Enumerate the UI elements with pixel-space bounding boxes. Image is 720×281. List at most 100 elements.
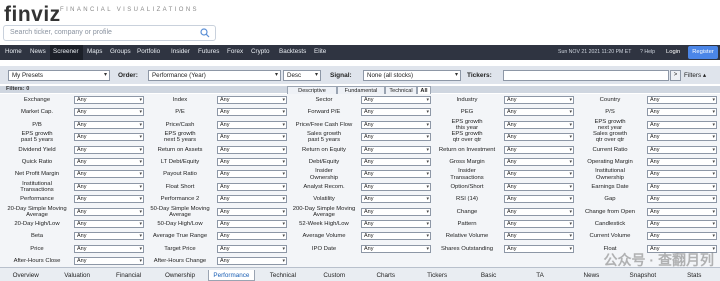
filter-select[interactable]: Any ▾ bbox=[504, 220, 574, 228]
nav-item-screener[interactable]: Screener bbox=[53, 48, 79, 55]
filters-toggle[interactable]: Filters ▴ bbox=[684, 72, 706, 79]
filter-select[interactable]: Any ▾ bbox=[361, 244, 431, 253]
filter-select[interactable]: Any ▾ bbox=[217, 195, 287, 204]
filter-select[interactable]: Any ▾ bbox=[217, 232, 287, 241]
filter-select[interactable]: Any ▾ bbox=[647, 108, 717, 117]
filter-select[interactable]: Any ▾ bbox=[504, 96, 574, 104]
view-tab-snapshot[interactable]: Snapshot bbox=[619, 270, 666, 281]
view-tab-custom[interactable]: Custom bbox=[311, 270, 358, 281]
filter-select[interactable]: Any ▾ bbox=[217, 120, 287, 129]
filter-select[interactable]: Any ▾ bbox=[647, 170, 717, 179]
filter-select[interactable]: Any ▾ bbox=[217, 220, 287, 228]
filter-select[interactable]: Any ▾ bbox=[504, 182, 574, 191]
filter-select[interactable]: Any ▾ bbox=[504, 108, 574, 117]
filter-select[interactable]: Any ▾ bbox=[504, 158, 574, 166]
order-select[interactable]: Performance (Year) ▾ bbox=[148, 70, 281, 81]
filter-select[interactable]: Any ▾ bbox=[504, 170, 574, 179]
filter-select[interactable]: Any ▾ bbox=[74, 145, 144, 154]
filter-select[interactable]: Any ▾ bbox=[74, 195, 144, 204]
view-tab-ownership[interactable]: Ownership bbox=[156, 270, 203, 281]
filter-select[interactable]: Any ▾ bbox=[647, 220, 717, 228]
view-tab-news[interactable]: News bbox=[568, 270, 615, 281]
filter-select[interactable]: Any ▾ bbox=[361, 182, 431, 191]
filter-select[interactable]: Any ▾ bbox=[217, 170, 287, 179]
filter-select[interactable]: Any ▾ bbox=[504, 195, 574, 204]
filter-select[interactable]: Any ▾ bbox=[217, 257, 287, 266]
view-tab-overview[interactable]: Overview bbox=[2, 270, 49, 281]
filter-select[interactable]: Any ▾ bbox=[74, 170, 144, 179]
register-button[interactable]: Register bbox=[688, 46, 718, 59]
filter-select[interactable]: Any ▾ bbox=[504, 120, 574, 129]
filter-select[interactable]: Any ▾ bbox=[647, 195, 717, 204]
view-tab-charts[interactable]: Charts bbox=[362, 270, 409, 281]
view-tab-technical[interactable]: Technical bbox=[259, 270, 306, 281]
login-link[interactable]: Login bbox=[666, 49, 680, 55]
finviz-logo[interactable]: finviz bbox=[4, 3, 61, 27]
filter-select[interactable]: Any ▾ bbox=[647, 232, 717, 241]
search-input[interactable]: Search ticker, company or profile bbox=[3, 25, 216, 41]
nav-item-groups[interactable]: Groups bbox=[110, 48, 131, 55]
filter-select[interactable]: Any ▾ bbox=[74, 257, 144, 266]
filter-select[interactable]: Any ▾ bbox=[74, 133, 144, 142]
filter-select[interactable]: Any ▾ bbox=[361, 207, 431, 216]
filter-select[interactable]: Any ▾ bbox=[361, 158, 431, 166]
filter-select[interactable]: Any ▾ bbox=[361, 220, 431, 228]
filter-select[interactable]: Any ▾ bbox=[361, 145, 431, 154]
filter-select[interactable]: Any ▾ bbox=[217, 96, 287, 104]
filter-select[interactable]: Any ▾ bbox=[74, 96, 144, 104]
filter-select[interactable]: Any ▾ bbox=[74, 120, 144, 129]
tickers-input[interactable] bbox=[503, 70, 669, 81]
filter-select[interactable]: Any ▾ bbox=[647, 145, 717, 154]
filter-select[interactable]: Any ▾ bbox=[504, 133, 574, 142]
nav-item-news[interactable]: News bbox=[30, 48, 46, 55]
filter-select[interactable]: Any ▾ bbox=[361, 96, 431, 104]
filter-select[interactable]: Any ▾ bbox=[361, 108, 431, 117]
nav-item-elite[interactable]: Elite bbox=[314, 48, 326, 55]
view-tab-stats[interactable]: Stats bbox=[671, 270, 718, 281]
view-tab-ta[interactable]: TA bbox=[516, 270, 563, 281]
filter-select[interactable]: Any ▾ bbox=[217, 158, 287, 166]
filter-select[interactable]: Any ▾ bbox=[504, 145, 574, 154]
nav-item-futures[interactable]: Futures bbox=[198, 48, 219, 55]
nav-item-insider[interactable]: Insider bbox=[171, 48, 190, 55]
filter-tab-descriptive[interactable]: Descriptive bbox=[287, 86, 337, 94]
filter-select[interactable]: Any ▾ bbox=[647, 96, 717, 104]
view-tab-financial[interactable]: Financial bbox=[105, 270, 152, 281]
nav-item-backtests[interactable]: Backtests bbox=[279, 48, 306, 55]
filter-select[interactable]: Any ▾ bbox=[74, 182, 144, 191]
filter-select[interactable]: Any ▾ bbox=[504, 244, 574, 253]
view-tab-performance[interactable]: Performance bbox=[207, 270, 256, 281]
filter-select[interactable]: Any ▾ bbox=[74, 207, 144, 216]
filter-tab-technical[interactable]: Technical bbox=[385, 86, 417, 94]
view-tab-tickers[interactable]: Tickers bbox=[413, 270, 460, 281]
filter-select[interactable]: Any ▾ bbox=[74, 108, 144, 117]
filter-select[interactable]: Any ▾ bbox=[361, 120, 431, 129]
help-link[interactable]: ? Help bbox=[640, 49, 655, 55]
filter-select[interactable]: Any ▾ bbox=[74, 220, 144, 228]
preset-select[interactable]: My Presets ▾ bbox=[8, 70, 110, 81]
filter-tab-all[interactable]: All bbox=[417, 86, 431, 94]
filter-select[interactable]: Any ▾ bbox=[504, 232, 574, 241]
filter-select[interactable]: Any ▾ bbox=[647, 207, 717, 216]
filter-select[interactable]: Any ▾ bbox=[74, 158, 144, 166]
filter-select[interactable]: Any ▾ bbox=[217, 244, 287, 253]
tickers-go-button[interactable]: > bbox=[670, 70, 681, 81]
filter-select[interactable]: Any ▾ bbox=[217, 133, 287, 142]
filter-select[interactable]: Any ▾ bbox=[217, 207, 287, 216]
nav-item-crypto[interactable]: Crypto bbox=[251, 48, 270, 55]
filter-select[interactable]: Any ▾ bbox=[361, 133, 431, 142]
direction-select[interactable]: Desc ▾ bbox=[283, 70, 321, 81]
filter-tab-fundamental[interactable]: Fundamental bbox=[337, 86, 385, 94]
nav-item-forex[interactable]: Forex bbox=[227, 48, 243, 55]
search-icon[interactable] bbox=[200, 28, 210, 38]
filter-select[interactable]: Any ▾ bbox=[74, 232, 144, 241]
filter-select[interactable]: Any ▾ bbox=[647, 182, 717, 191]
nav-item-portfolio[interactable]: Portfolio bbox=[137, 48, 160, 55]
filter-select[interactable]: Any ▾ bbox=[361, 195, 431, 204]
view-tab-basic[interactable]: Basic bbox=[465, 270, 512, 281]
nav-item-home[interactable]: Home bbox=[5, 48, 22, 55]
filter-select[interactable]: Any ▾ bbox=[217, 108, 287, 117]
filter-select[interactable]: Any ▾ bbox=[647, 158, 717, 166]
view-tab-valuation[interactable]: Valuation bbox=[53, 270, 100, 281]
filter-select[interactable]: Any ▾ bbox=[647, 133, 717, 142]
